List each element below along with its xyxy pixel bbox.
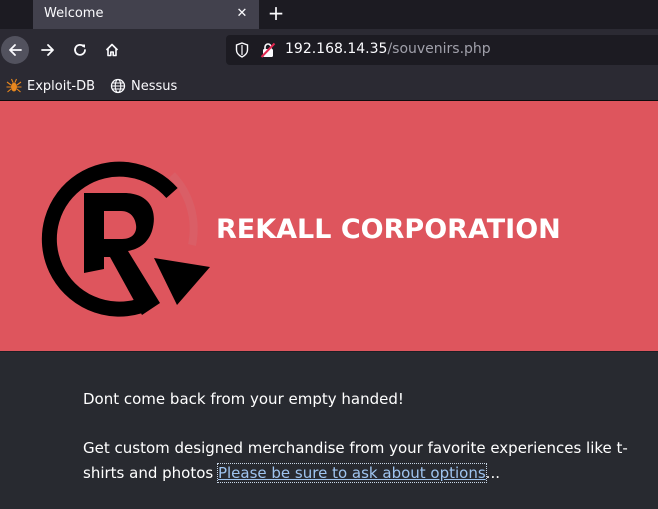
close-tab-icon[interactable]: ✕ — [231, 3, 253, 25]
insecure-lock-icon[interactable] — [260, 42, 276, 58]
exploit-db-icon — [6, 78, 22, 93]
intro-text: Dont come back from your empty handed! — [83, 390, 404, 408]
bookmark-exploit-db[interactable]: Exploit-DB — [6, 77, 95, 95]
shield-icon[interactable] — [235, 42, 249, 58]
tab-title: Welcome — [44, 6, 104, 21]
bookmark-nessus[interactable]: Nessus — [110, 77, 177, 95]
reload-button[interactable] — [66, 36, 94, 64]
reload-icon — [74, 43, 86, 56]
url-bar[interactable]: 192.168.14.35/souvenirs.php — [226, 35, 658, 65]
arrow-right-icon — [41, 44, 54, 56]
new-tab-button[interactable]: + — [263, 2, 289, 26]
hero-banner: REKALL CORPORATION — [0, 101, 658, 351]
tab-strip: Welcome ✕ + — [0, 0, 658, 29]
forward-button[interactable] — [34, 36, 62, 64]
ask-options-link[interactable]: Please be sure to ask about options — [216, 463, 487, 483]
url-path: /souvenirs.php — [387, 41, 491, 57]
nav-toolbar: 192.168.14.35/souvenirs.php — [0, 29, 658, 71]
merch-paragraph: Get custom designed merchandise from you… — [83, 436, 643, 486]
ellipsis-text: ... — [485, 464, 500, 482]
rekall-logo — [41, 161, 210, 317]
tab-welcome[interactable]: Welcome ✕ — [33, 0, 259, 29]
url-text[interactable]: 192.168.14.35/souvenirs.php — [285, 41, 491, 57]
bookmarks-toolbar: Exploit-DB Nessus — [0, 71, 658, 100]
globe-icon — [110, 78, 126, 94]
home-icon — [105, 43, 119, 57]
bookmark-label: Nessus — [131, 78, 178, 94]
page-content: Dont come back from your empty handed! G… — [0, 352, 658, 509]
bookmark-label: Exploit-DB — [27, 78, 96, 94]
url-host: 192.168.14.35 — [285, 41, 388, 57]
back-button[interactable] — [1, 36, 29, 64]
arrow-left-icon — [9, 44, 22, 56]
home-button[interactable] — [98, 36, 126, 64]
brand-title: REKALL CORPORATION — [216, 214, 561, 245]
